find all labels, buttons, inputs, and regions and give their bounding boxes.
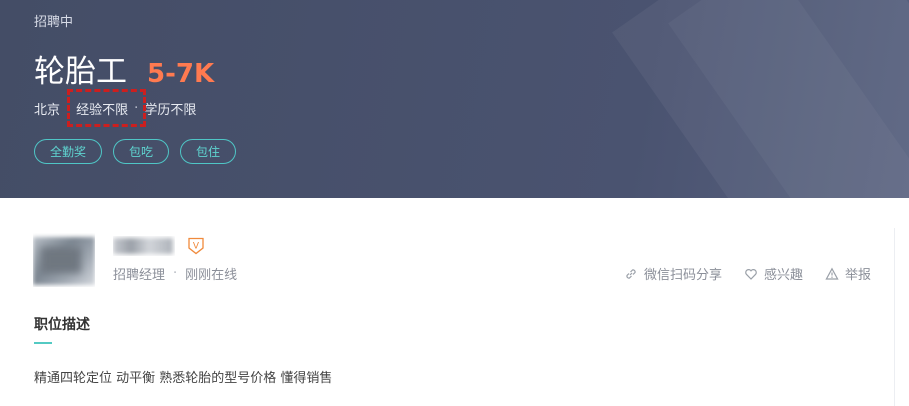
verified-shield-icon: V (188, 237, 204, 255)
job-education: 学历不限 (144, 103, 197, 118)
warning-icon (825, 267, 839, 280)
job-status: 招聘中 (34, 15, 74, 30)
recruiter-name-blurred (113, 236, 175, 256)
avatar[interactable] (33, 233, 95, 287)
recruiter-online-status: 刚刚在线 (185, 268, 238, 283)
job-description: 精通四轮定位 动平衡 熟悉轮胎的型号价格 懂得销售 (34, 371, 333, 386)
job-actions: 微信扫码分享 感兴趣 举报 (624, 264, 871, 283)
report-button[interactable]: 举报 (825, 264, 871, 283)
interest-label: 感兴趣 (763, 268, 803, 283)
job-city: 北京 (34, 103, 61, 118)
job-header: 招聘中 轮胎工 5-7K 北京 · 经验不限 · 学历不限 全勤奖 包吃 包住 (0, 0, 909, 198)
divider (894, 228, 895, 406)
share-label: 微信扫码分享 (643, 268, 722, 283)
benefit-tag: 包住 (180, 139, 237, 164)
benefit-tags: 全勤奖 包吃 包住 (34, 139, 237, 164)
section-title: 职位描述 (34, 317, 90, 333)
highlight-box (67, 89, 147, 127)
link-icon (626, 268, 636, 279)
benefit-tag: 包吃 (113, 139, 170, 164)
job-title: 轮胎工 (34, 54, 127, 90)
svg-text:V: V (193, 242, 200, 252)
heart-icon (745, 268, 757, 280)
recruiter-role: 招聘经理 (113, 268, 166, 283)
recruiter-meta: 招聘经理 · 刚刚在线 (113, 264, 237, 283)
section-underline (34, 342, 52, 344)
job-salary: 5-7K (147, 59, 215, 89)
interest-button[interactable]: 感兴趣 (744, 264, 803, 283)
separator: · (173, 266, 178, 281)
job-experience-wrap: 经验不限 (67, 89, 147, 127)
job-requirements: 北京 · 经验不限 · 学历不限 (34, 89, 197, 127)
share-button[interactable]: 微信扫码分享 (624, 264, 722, 283)
benefit-tag: 全勤奖 (34, 139, 103, 164)
report-label: 举报 (844, 268, 871, 283)
title-row: 轮胎工 5-7K (34, 46, 214, 91)
